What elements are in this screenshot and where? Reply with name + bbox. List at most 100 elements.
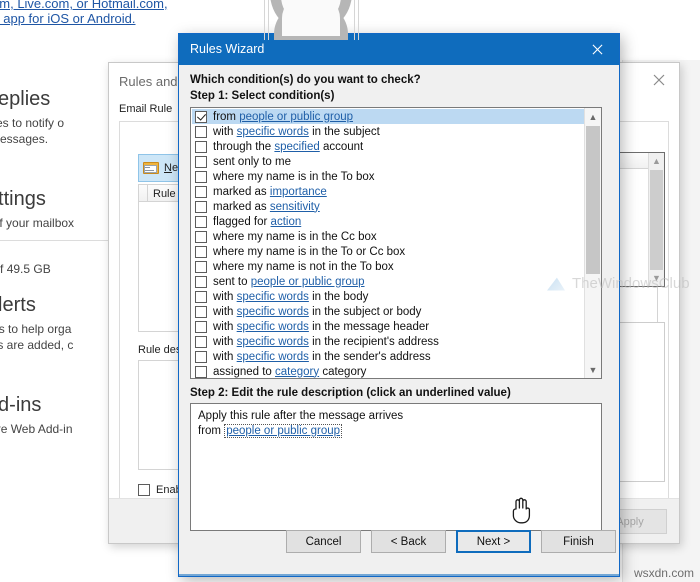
condition-checkbox[interactable] [195,185,207,198]
condition-label: where my name is in the Cc box [213,231,377,243]
scrollbar-thumb[interactable] [586,126,600,274]
condition-text: account [319,140,364,153]
condition-row[interactable]: flagged for action [192,214,584,229]
condition-checkbox[interactable] [195,320,207,333]
rule-description-value-link[interactable]: people or public group [224,424,343,438]
rules-wizard-dialog: Rules Wizard Which condition(s) do you w… [178,33,690,577]
condition-row[interactable]: with specific words in the body [192,289,584,304]
condition-value-link[interactable]: people or public group [251,276,365,288]
wizard-title: Rules Wizard [190,42,265,56]
back-button[interactable]: < Back [371,530,446,553]
condition-checkbox[interactable] [195,215,207,228]
condition-text: in the subject or body [308,305,422,318]
rule-description-line-1: Apply this rule after the message arrive… [198,410,404,422]
condition-checkbox[interactable] [195,200,207,213]
section-text-rules-and-alerts-1: nd Alerts to help orga [0,322,72,336]
condition-row[interactable]: with specific words in the subject or bo… [192,304,584,319]
condition-text: in the message header [308,320,430,333]
condition-row[interactable]: marked as importance [192,184,584,199]
section-heading-automatic-replies: tic Replies [0,88,51,110]
condition-text: where my name is in the Cc box [213,230,377,243]
condition-row[interactable]: sent only to me [192,154,584,169]
scroll-down-icon[interactable]: ▼ [585,361,601,378]
condition-row[interactable]: with specific words in the message heade… [192,319,584,334]
condition-text: marked as [213,185,270,198]
condition-value-link[interactable]: specific words [237,291,309,303]
conditions-list[interactable]: from people or public group with specific… [191,108,584,378]
condition-row[interactable]: sent to people or public group [192,274,584,289]
condition-checkbox[interactable] [195,170,207,183]
condition-checkbox[interactable] [195,275,207,288]
condition-value-link[interactable]: specified [274,141,319,153]
scroll-down-icon[interactable]: ▼ [649,270,664,286]
condition-value-link[interactable]: specific words [237,306,309,318]
condition-row[interactable]: where my name is not in the To box [192,259,584,274]
condition-row[interactable]: where my name is in the Cc box [192,229,584,244]
condition-text: where my name is in the To box [213,170,375,183]
condition-label: marked as sensitivity [213,201,320,213]
condition-value-link[interactable]: action [271,216,302,228]
condition-row[interactable]: marked as sensitivity [192,199,584,214]
condition-value-link[interactable]: sensitivity [270,201,320,213]
condition-checkbox[interactable] [195,350,207,363]
condition-value-link[interactable]: specific words [237,321,309,333]
condition-checkbox[interactable] [195,290,207,303]
account-domains-link[interactable]: outlook.com, Live.com, or Hotmail.com, [0,0,168,11]
condition-text: with [213,350,237,363]
wizard-titlebar: Rules Wizard [179,34,619,65]
condition-label: flagged for action [213,216,301,228]
condition-value-link[interactable]: people or public group [239,111,353,123]
condition-text: with [213,305,237,318]
condition-value-link[interactable]: specific words [237,351,309,363]
condition-text: sent only to me [213,155,291,168]
new-rule-accel: N [164,162,172,174]
condition-checkbox[interactable] [195,125,207,138]
conditions-listbox[interactable]: from people or public group with specific… [190,107,602,379]
tab-email-rules[interactable]: Email Rule [119,103,172,115]
condition-row[interactable]: from people or public group [192,109,584,124]
close-icon[interactable] [645,69,673,91]
finish-button[interactable]: Finish [541,530,616,553]
condition-checkbox[interactable] [195,260,207,273]
condition-checkbox[interactable] [195,155,207,168]
condition-row[interactable]: through the specified account [192,139,584,154]
condition-value-link[interactable]: category [275,366,319,378]
next-button[interactable]: Next > [456,530,531,553]
condition-row[interactable]: with specific words in the sender's addr… [192,349,584,364]
condition-row[interactable]: with specific words in the recipient's a… [192,334,584,349]
cancel-button[interactable]: Cancel [286,530,361,553]
avatar-edge-right [354,0,355,40]
section-text-automatic-replies-2: email messages. [0,132,49,146]
background-listbox-scrollbar[interactable]: ▲ ▼ [648,153,664,286]
condition-row[interactable]: where my name is in the To box [192,169,584,184]
condition-text: in the body [308,290,369,303]
condition-label: where my name is in the To box [213,171,375,183]
scrollbar-thumb[interactable] [650,170,663,270]
rule-description-editor[interactable]: Apply this rule after the message arrive… [190,403,602,531]
condition-checkbox[interactable] [195,245,207,258]
condition-text: through the [213,140,275,153]
enable-rule-checkbox[interactable] [138,484,150,496]
avatar-edge-left2 [268,0,269,40]
condition-checkbox[interactable] [195,230,207,243]
section-heading-mailbox-settings: x Settings [0,188,46,210]
condition-value-link[interactable]: specific words [237,336,309,348]
conditions-scrollbar[interactable]: ▲ ▼ [584,108,601,378]
condition-checkbox[interactable] [195,110,207,123]
condition-row[interactable]: with specific words in the subject [192,124,584,139]
condition-label: where my name is not in the To box [213,261,394,273]
condition-value-link[interactable]: importance [270,186,327,198]
condition-checkbox[interactable] [195,140,207,153]
condition-row[interactable]: assigned to category category [192,364,584,378]
condition-row[interactable]: where my name is in the To or Cc box [192,244,584,259]
condition-checkbox[interactable] [195,335,207,348]
condition-checkbox[interactable] [195,365,207,378]
condition-value-link[interactable]: specific words [237,126,309,138]
outlook-mobile-app-link[interactable]: e Outlook app for iOS or Android. [0,11,136,26]
scroll-up-icon[interactable]: ▲ [585,108,601,125]
scroll-up-icon[interactable]: ▲ [649,153,664,169]
condition-checkbox[interactable] [195,305,207,318]
rule-description-line-2: from people or public group [198,424,594,439]
condition-label: with specific words in the subject or bo… [213,306,421,318]
close-icon[interactable] [575,34,619,65]
